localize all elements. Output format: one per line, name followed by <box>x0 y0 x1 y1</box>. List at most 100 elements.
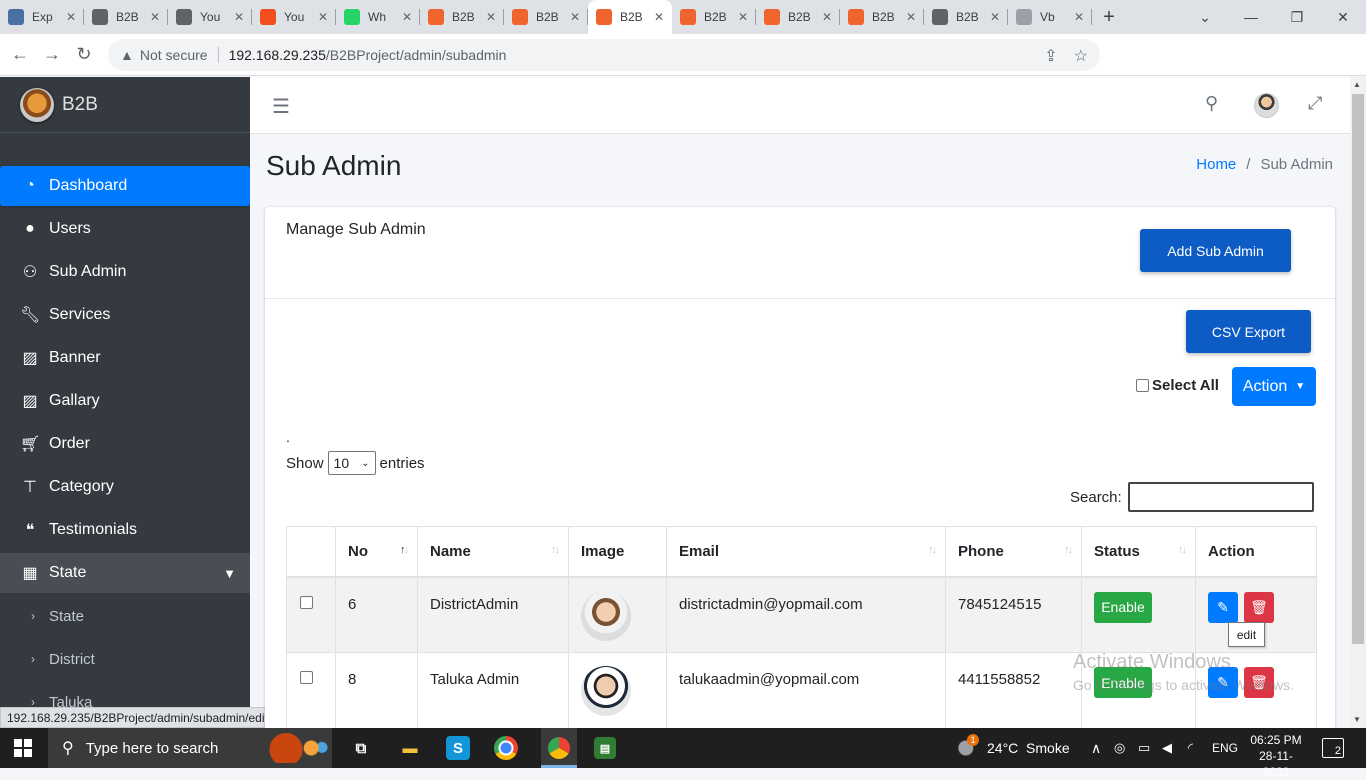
chrome-profile-active-icon[interactable] <box>541 728 577 768</box>
minimize-button[interactable]: — <box>1228 0 1274 34</box>
browser-tab[interactable]: B2B ✕ <box>756 0 840 34</box>
language-indicator[interactable]: ENG <box>1212 728 1238 768</box>
row-checkbox[interactable] <box>300 671 313 684</box>
activate-windows-hint: Go to Settings to activate Windows. <box>1073 677 1294 693</box>
share-icon[interactable]: ⇪ <box>1044 46 1057 66</box>
browser-tab[interactable]: Wh ✕ <box>336 0 420 34</box>
browser-tab[interactable]: B2B ✕ <box>84 0 168 34</box>
page-scrollbar[interactable]: ▲ ▼ <box>1350 77 1366 728</box>
wifi-icon[interactable]: ◜ <box>1188 728 1193 768</box>
edit-button[interactable]: ✎ <box>1208 591 1238 623</box>
delete-button[interactable]: 🗑︎ <box>1244 591 1274 623</box>
omnibox[interactable]: ▲ Not secure 192.168.29.235/B2BProject/a… <box>108 39 1100 71</box>
select-all[interactable]: Select All <box>1136 377 1219 394</box>
forward-button[interactable]: → <box>36 44 68 65</box>
entries-select[interactable]: 10 ⌄ <box>327 451 376 475</box>
sidebar-item-users[interactable]: ● Users <box>0 209 250 249</box>
file-explorer-icon[interactable]: ▬ <box>396 734 424 762</box>
row-select-cell <box>286 652 336 729</box>
select-all-checkbox[interactable] <box>1136 379 1149 392</box>
sidebar-item-order[interactable]: 🛒︎ Order <box>0 424 250 464</box>
chevron-up-icon[interactable]: ∧ <box>1091 728 1101 768</box>
column-header-phone[interactable]: Phone ↑↓ <box>945 526 1082 578</box>
add-sub-admin-button[interactable]: Add Sub Admin <box>1140 229 1291 272</box>
row-checkbox[interactable] <box>300 595 313 609</box>
tab-close-icon[interactable]: ✕ <box>654 10 664 24</box>
tab-close-icon[interactable]: ✕ <box>402 10 412 24</box>
table-search-input[interactable] <box>1128 482 1314 512</box>
sidebar-item-sub-admin[interactable]: ⚇ Sub Admin <box>0 252 250 292</box>
sidebar-subitem-district[interactable]: › District <box>0 639 250 679</box>
sidebar-item-gallary[interactable]: ▨ Gallary <box>0 381 250 421</box>
browser-tab[interactable]: B2B ✕ <box>924 0 1008 34</box>
csv-export-button[interactable]: CSV Export <box>1186 310 1311 353</box>
reload-button[interactable]: ↻ <box>68 44 100 65</box>
browser-tab[interactable]: You ✕ <box>252 0 336 34</box>
column-header-no[interactable]: No ↑↓ <box>335 526 418 578</box>
tab-favicon-icon <box>8 9 24 25</box>
brand-link[interactable]: B2B <box>0 77 250 133</box>
notification-center-icon[interactable]: 2 <box>1322 738 1344 758</box>
bookmark-star-icon[interactable]: ☆ <box>1074 46 1088 66</box>
tab-close-icon[interactable]: ✕ <box>906 10 916 24</box>
chrome-icon[interactable] <box>494 736 518 760</box>
tab-close-icon[interactable]: ✕ <box>318 10 328 24</box>
browser-tab[interactable]: B2B ✕ <box>588 0 672 34</box>
breadcrumb-home-link[interactable]: Home <box>1196 156 1236 173</box>
weather-widget[interactable]: 1 24°C Smoke <box>957 728 1070 768</box>
browser-tab[interactable]: B2B ✕ <box>672 0 756 34</box>
volume-icon[interactable]: ◀ <box>1162 728 1172 768</box>
battery-icon[interactable]: ▭ <box>1138 728 1150 768</box>
taskbar-search-box[interactable]: ⚲ Type here to search <box>48 728 332 768</box>
tab-close-icon[interactable]: ✕ <box>990 10 1000 24</box>
restore-button[interactable]: ❐ <box>1274 0 1320 34</box>
tab-search-icon[interactable]: ⌄ <box>1182 0 1228 34</box>
hamburger-menu-icon[interactable]: ☰ <box>272 94 290 119</box>
user-avatar[interactable] <box>1254 93 1279 118</box>
meet-now-icon[interactable]: ◎ <box>1114 728 1125 768</box>
browser-tab[interactable]: You ✕ <box>168 0 252 34</box>
tab-close-icon[interactable]: ✕ <box>66 10 76 24</box>
tab-close-icon[interactable]: ✕ <box>738 10 748 24</box>
sidebar-item-category[interactable]: ⊤ Category <box>0 467 250 507</box>
column-header-name[interactable]: Name ↑↓ <box>417 526 569 578</box>
cell-phone: 7845124515 <box>945 576 1082 653</box>
close-window-button[interactable]: ✕ <box>1320 0 1366 34</box>
browser-tab[interactable]: B2B ✕ <box>420 0 504 34</box>
action-dropdown-button[interactable]: Action ▼ <box>1232 367 1316 406</box>
browser-tab[interactable]: B2B ✕ <box>504 0 588 34</box>
scroll-down-arrow[interactable]: ▼ <box>1353 715 1361 724</box>
sidebar-subitem-state[interactable]: › State <box>0 596 250 636</box>
scroll-up-arrow[interactable]: ▲ <box>1353 80 1361 89</box>
back-button[interactable]: ← <box>4 44 36 65</box>
task-view-icon[interactable]: ⧉ <box>347 734 375 762</box>
tab-favicon-icon <box>596 9 612 25</box>
sort-icon: ↑↓ <box>1178 544 1187 556</box>
sidebar-item-state[interactable]: ▦ State ▼ <box>0 553 250 593</box>
sidebar-item-services[interactable]: 🔧︎ Services <box>0 295 250 335</box>
scrollbar-thumb[interactable] <box>1352 94 1364 644</box>
sidebar-item-testimonials[interactable]: ❝ Testimonials <box>0 510 250 550</box>
column-header-status[interactable]: Status ↑↓ <box>1081 526 1196 578</box>
sidebar-item-banner[interactable]: ▨ Banner <box>0 338 250 378</box>
tab-close-icon[interactable]: ✕ <box>150 10 160 24</box>
sidebar-item-dashboard[interactable]: ◔ Dashboard <box>0 166 250 206</box>
windows-start-icon[interactable] <box>14 739 32 757</box>
tab-close-icon[interactable]: ✕ <box>486 10 496 24</box>
browser-tab[interactable]: B2B ✕ <box>840 0 924 34</box>
spreadsheet-app-icon[interactable]: ▤ <box>594 737 616 759</box>
tab-close-icon[interactable]: ✕ <box>822 10 832 24</box>
fullscreen-icon[interactable]: ⤢ <box>1308 93 1322 114</box>
browser-tab[interactable]: Vb ✕ <box>1008 0 1092 34</box>
taskbar-clock[interactable]: 06:25 PM 28-11-2023 <box>1247 732 1305 780</box>
column-header-email[interactable]: Email ↑↓ <box>666 526 946 578</box>
tab-close-icon[interactable]: ✕ <box>1074 10 1084 24</box>
browser-tab[interactable]: Exp ✕ <box>0 0 84 34</box>
status-enable-button[interactable]: Enable <box>1094 591 1152 623</box>
skype-icon[interactable]: S <box>446 736 470 760</box>
top-navbar: ☰ ⚲ ⤢ <box>250 77 1350 134</box>
new-tab-button[interactable]: + <box>1092 6 1126 29</box>
search-icon[interactable]: ⚲ <box>1205 93 1218 114</box>
tab-close-icon[interactable]: ✕ <box>234 10 244 24</box>
tab-close-icon[interactable]: ✕ <box>570 10 580 24</box>
